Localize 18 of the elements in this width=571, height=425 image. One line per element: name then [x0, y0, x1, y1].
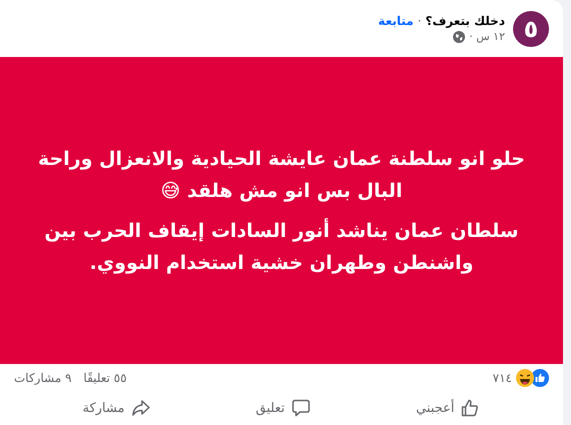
- follow-link[interactable]: متابعة: [378, 14, 414, 28]
- share-button[interactable]: مشاركة: [72, 394, 161, 422]
- author-name[interactable]: دخلك بتعرف؟: [425, 14, 505, 28]
- post-text: حلو انو سلطنة عمان عايشة الحيادية والانعزال وراحة البال بس انو مش هلقد 😅: [37, 146, 526, 204]
- comment-button[interactable]: تعليق: [246, 394, 321, 422]
- separator-dot: ·: [418, 14, 422, 28]
- share-arrow-icon: [130, 398, 151, 418]
- comment-count[interactable]: ٥٥ تعليقًا: [84, 371, 127, 386]
- speech-bubble-icon: [290, 398, 311, 418]
- laughing-face-icon[interactable]: [516, 369, 534, 388]
- reaction-count[interactable]: ٧١٤: [492, 371, 512, 386]
- post-text: سلطان عمان يناشد أنور السادات إيقاف الحرب بين واشنطن وطهران خشية استخدام النووي.: [43, 217, 520, 276]
- share-count[interactable]: ٩ مشاركات: [14, 371, 72, 386]
- like-button[interactable]: أعجبني: [406, 394, 490, 422]
- thumbs-up-icon: [460, 398, 480, 418]
- post-time[interactable]: ١٢ س ·: [469, 30, 505, 43]
- globe-icon: [453, 30, 466, 42]
- avatar[interactable]: ٥: [513, 10, 549, 46]
